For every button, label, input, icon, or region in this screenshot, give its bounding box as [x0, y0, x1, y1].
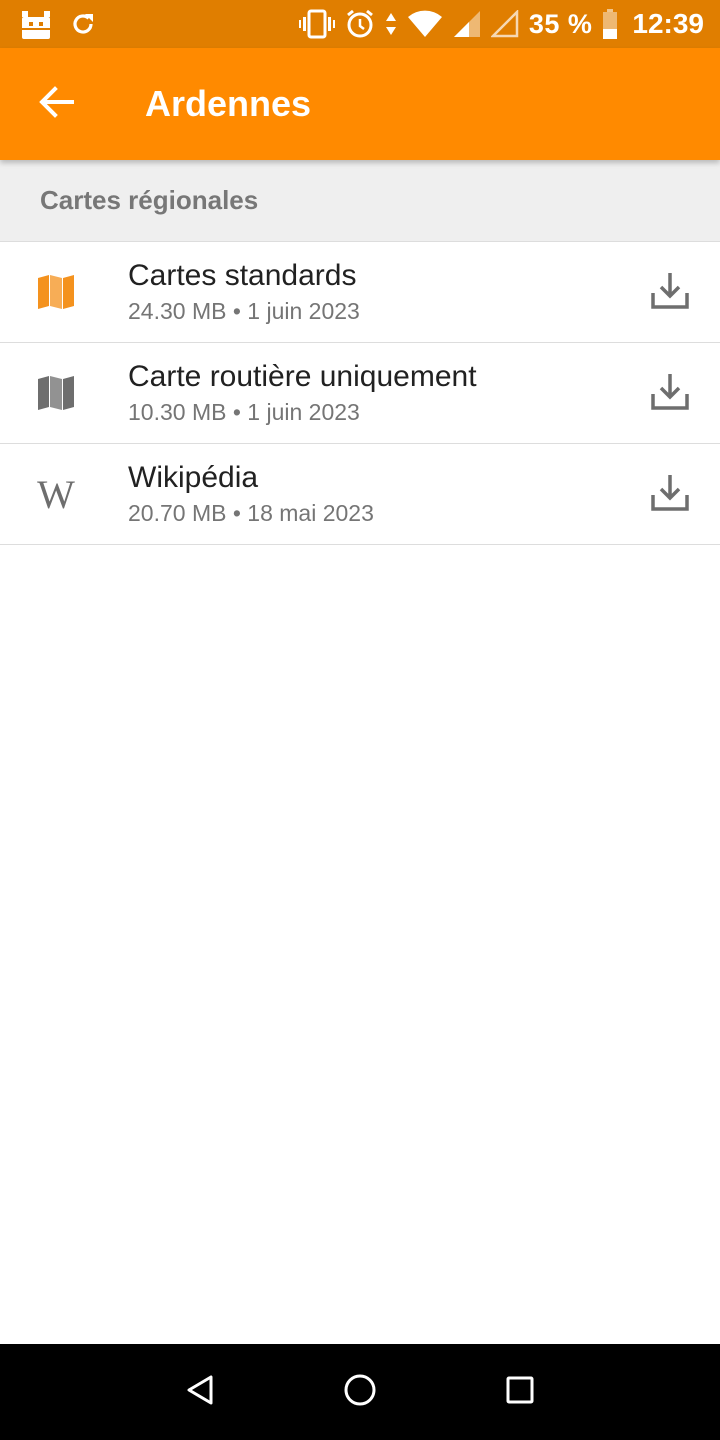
item-title: Wikipédia: [128, 461, 259, 494]
download-button[interactable]: [620, 444, 720, 544]
home-circle-icon: [343, 1373, 377, 1412]
item-subtitle: 10.30 MB • 1 juin 2023: [128, 399, 360, 425]
section-header: Cartes régionales: [0, 160, 720, 242]
status-right: 35 % 12:39: [289, 8, 704, 40]
download-button[interactable]: [620, 343, 720, 443]
download-button[interactable]: [620, 242, 720, 342]
signal-empty-icon: [490, 10, 519, 38]
item-text: Wikipédia 20.70 MB • 18 mai 2023: [128, 460, 620, 528]
list-item[interactable]: Carte routière uniquement 10.30 MB • 1 j…: [0, 343, 720, 444]
sync-icon: [70, 11, 96, 37]
app-notification-icon: [20, 9, 52, 39]
download-list: Cartes standards 24.30 MB • 1 juin 2023 …: [0, 242, 720, 545]
back-button[interactable]: [0, 48, 112, 160]
list-item[interactable]: Cartes standards 24.30 MB • 1 juin 2023: [0, 242, 720, 343]
download-icon: [651, 473, 689, 516]
section-title: Cartes régionales: [40, 185, 259, 215]
vibrate-icon: [298, 9, 335, 39]
battery-percent: 35 %: [528, 8, 593, 39]
nav-home-button[interactable]: [320, 1352, 400, 1432]
download-icon: [651, 372, 689, 415]
nav-recents-button[interactable]: [480, 1352, 560, 1432]
data-arrows-icon: [385, 11, 397, 37]
clock: 12:39: [632, 8, 704, 39]
battery-icon: [602, 9, 618, 39]
back-triangle-icon: [185, 1374, 215, 1411]
map-icon: [0, 343, 112, 443]
app-bar: Ardennes: [0, 48, 720, 160]
status-bar: 35 % 12:39: [0, 0, 720, 48]
arrow-back-icon: [38, 85, 74, 123]
status-left: [20, 9, 114, 39]
wikipedia-icon: W: [37, 471, 75, 517]
page-title: Ardennes: [145, 83, 312, 124]
item-title: Cartes standards: [128, 259, 357, 292]
item-text: Cartes standards 24.30 MB • 1 juin 2023: [128, 258, 620, 326]
item-subtitle: 24.30 MB • 1 juin 2023: [128, 298, 360, 324]
navigation-bar: [0, 1344, 720, 1440]
item-text: Carte routière uniquement 10.30 MB • 1 j…: [128, 359, 620, 427]
list-item[interactable]: W Wikipédia 20.70 MB • 18 mai 2023: [0, 444, 720, 545]
wifi-icon: [407, 10, 443, 38]
nav-back-button[interactable]: [160, 1352, 240, 1432]
recents-square-icon: [505, 1375, 535, 1410]
map-icon: [0, 242, 112, 342]
item-title: Carte routière uniquement: [128, 360, 477, 393]
alarm-icon: [345, 9, 375, 39]
item-subtitle: 20.70 MB • 18 mai 2023: [128, 500, 374, 526]
download-icon: [651, 271, 689, 314]
signal-icon: [453, 10, 481, 38]
